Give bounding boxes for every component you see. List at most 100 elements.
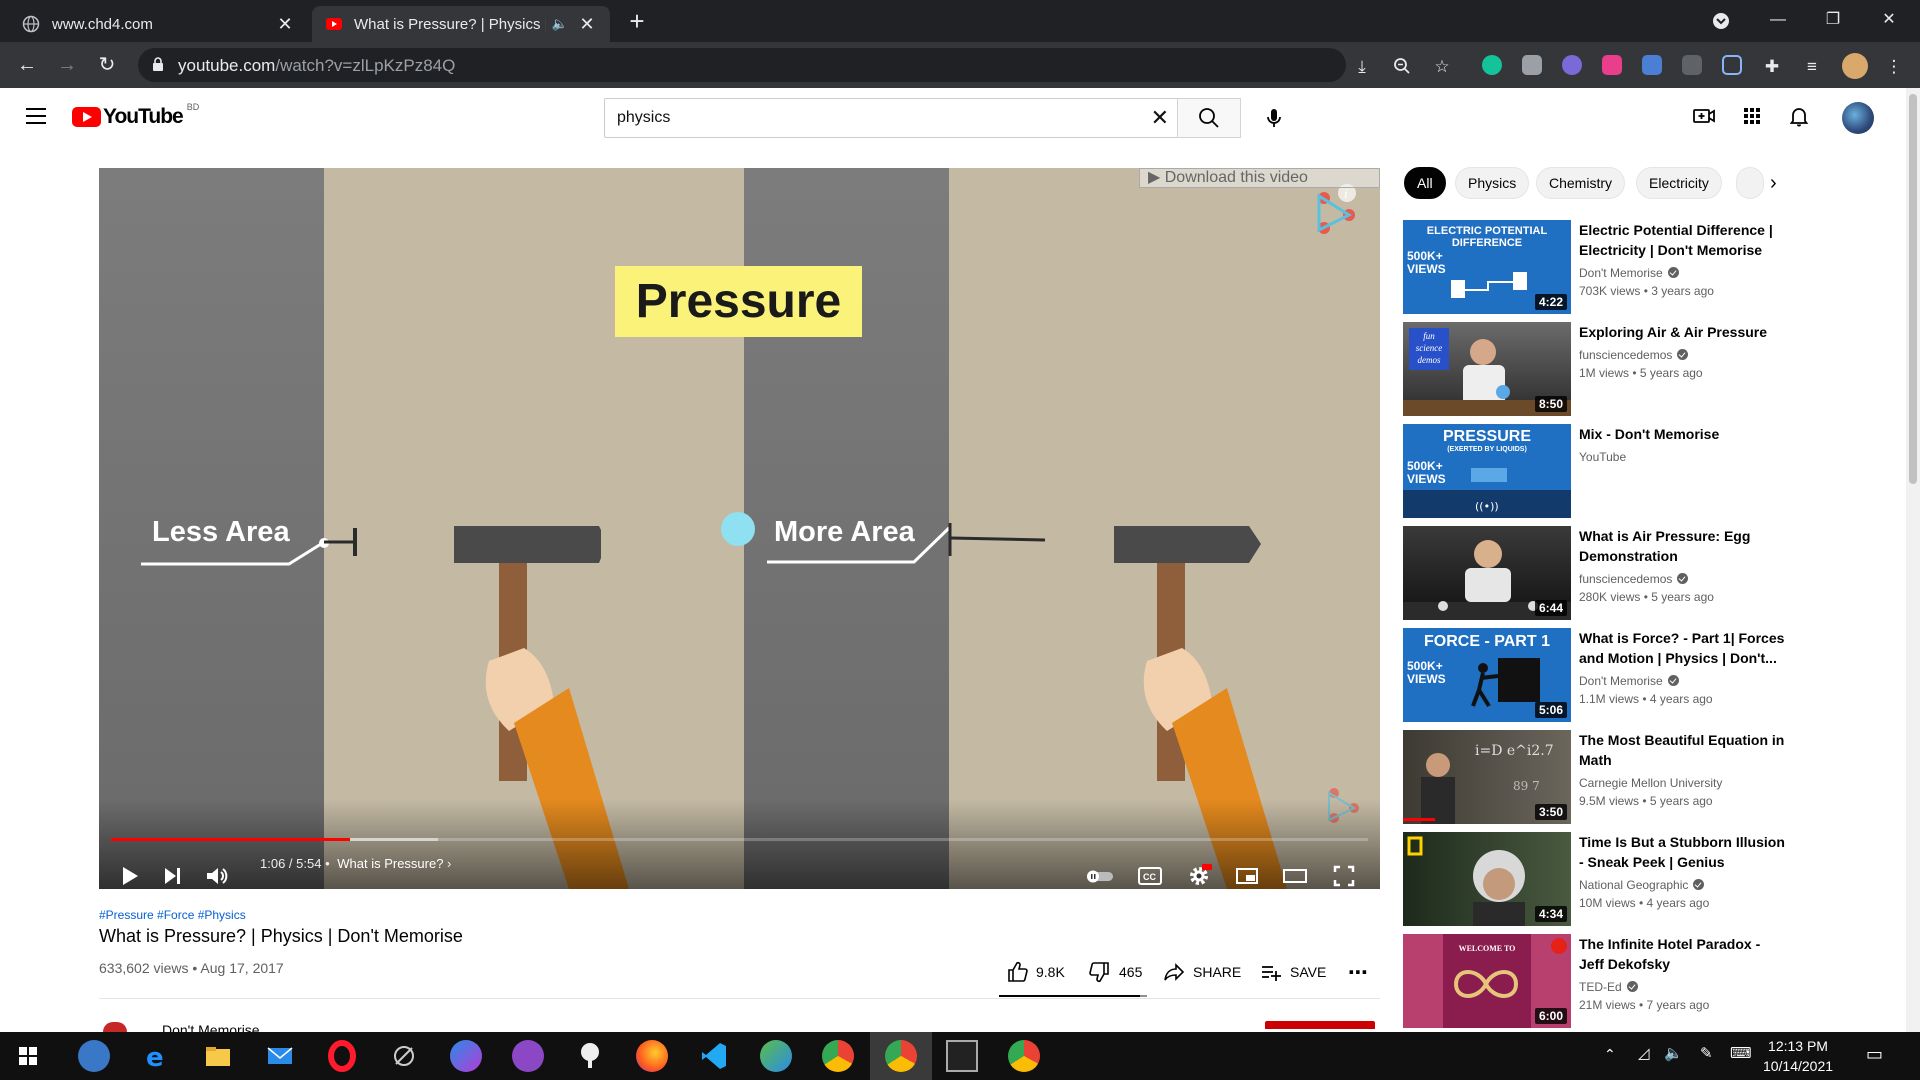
save-button[interactable]: SAVE <box>1260 960 1326 984</box>
video-title[interactable]: Exploring Air & Air Pressure <box>1579 322 1789 342</box>
fullscreen-icon[interactable] <box>1330 862 1358 889</box>
download-video-banner[interactable]: ▶ Download this video <box>1139 168 1380 188</box>
play-extension-icon[interactable] <box>1602 55 1622 75</box>
pen-extension-icon[interactable] <box>1722 55 1742 75</box>
miniplayer-icon[interactable] <box>1233 862 1261 889</box>
like-button[interactable]: 9.8K <box>1006 960 1065 984</box>
chevron-right-icon[interactable]: › <box>1770 172 1777 195</box>
chrome-profile-icon[interactable] <box>1008 1040 1040 1072</box>
install-app-icon[interactable]: ⤓ <box>1352 57 1372 77</box>
network-icon[interactable]: ◿ <box>1638 1044 1650 1062</box>
clear-search-icon[interactable]: ✕ <box>1151 107 1169 129</box>
vscode-icon[interactable] <box>698 1040 730 1072</box>
address-bar[interactable]: youtube.com/watch?v=zlLpKzPz84Q <box>138 48 1346 82</box>
chip-electricity[interactable]: Electricity <box>1636 167 1722 199</box>
messenger-icon[interactable] <box>450 1040 482 1072</box>
share-button[interactable]: SHARE <box>1163 960 1241 984</box>
more-actions-icon[interactable]: ⋯ <box>1348 960 1368 984</box>
reload-button[interactable]: ↻ <box>94 52 120 78</box>
search-button[interactable] <box>1177 98 1241 138</box>
autoplay-toggle[interactable] <box>1085 862 1113 889</box>
new-tab-button[interactable]: + <box>624 8 650 34</box>
video-thumbnail[interactable]: PRESSURE (EXERTED BY LIQUIDS) 500K+ VIEW… <box>1403 424 1571 518</box>
file-explorer-icon[interactable] <box>202 1040 234 1072</box>
video-title[interactable]: Time Is But a Stubborn Illusion - Sneak … <box>1579 832 1789 872</box>
video-player[interactable]: i ▶ Download this video Pressure Less Ar… <box>99 168 1380 889</box>
recommendation-item[interactable]: FORCE - PART 1 500K+ VIEWS 5:06 What is … <box>1403 628 1883 722</box>
chrome-icon[interactable] <box>822 1040 854 1072</box>
next-button[interactable] <box>158 862 186 889</box>
tab-youtube-video[interactable]: What is Pressure? | Physics | Don't Memo… <box>312 6 610 42</box>
speaker-icon[interactable]: 🔈 <box>552 16 568 32</box>
channel-name[interactable]: YouTube <box>1579 450 1626 464</box>
chip-all[interactable]: All <box>1404 167 1446 199</box>
media-control-icon[interactable]: ≡ <box>1802 57 1822 77</box>
video-title[interactable]: The Infinite Hotel Paradox - Jeff Dekofs… <box>1579 934 1789 974</box>
tab-close-icon[interactable]: ✕ <box>578 14 596 35</box>
firefox-icon[interactable] <box>636 1040 668 1072</box>
recommendation-item[interactable]: 6:44 What is Air Pressure: Egg Demonstra… <box>1403 526 1883 620</box>
windows-start-icon[interactable] <box>12 1040 44 1072</box>
video-thumbnail[interactable]: fun science demos 8:50 <box>1403 322 1571 416</box>
download-extension-icon[interactable] <box>1642 55 1662 75</box>
channel-name[interactable]: National Geographic <box>1579 878 1705 892</box>
minimize-button[interactable]: — <box>1755 0 1801 42</box>
video-title[interactable]: Electric Potential Difference | Electric… <box>1579 220 1789 260</box>
extension-icon[interactable] <box>1562 55 1582 75</box>
play-button[interactable] <box>115 862 143 889</box>
channel-name[interactable]: Don't Memorise <box>1579 674 1679 688</box>
terminal-icon[interactable] <box>946 1040 978 1072</box>
channel-name[interactable]: funsciencedemos <box>1579 572 1689 586</box>
recommendation-item[interactable]: i=D e^i2.7 89 7 3:50 The Most Beautiful E… <box>1403 730 1883 824</box>
video-thumbnail[interactable]: FORCE - PART 1 500K+ VIEWS 5:06 <box>1403 628 1571 722</box>
recommendation-item[interactable]: 4:34 Time Is But a Stubborn Illusion - S… <box>1403 832 1883 926</box>
scrollbar-thumb[interactable] <box>1909 94 1917 484</box>
video-thumbnail[interactable]: i=D e^i2.7 89 7 3:50 <box>1403 730 1571 824</box>
video-thumbnail[interactable]: 4:34 <box>1403 832 1571 926</box>
chip-physics[interactable]: Physics <box>1455 167 1530 199</box>
recommendation-item[interactable]: PRESSURE (EXERTED BY LIQUIDS) 500K+ VIEW… <box>1403 424 1883 518</box>
recommendation-item[interactable]: ELECTRIC POTENTIAL DIFFERENCE 500K+ VIEW… <box>1403 220 1883 314</box>
voice-search-icon[interactable] <box>1258 102 1290 134</box>
globe-app-icon[interactable] <box>760 1040 792 1072</box>
subtitles-cc-icon[interactable]: CC <box>1136 862 1164 889</box>
satellite-app-icon[interactable] <box>388 1040 420 1072</box>
github-desktop-icon[interactable] <box>512 1040 544 1072</box>
zoom-icon[interactable] <box>1392 57 1412 77</box>
notifications-bell-icon[interactable] <box>1787 104 1811 128</box>
video-title[interactable]: What is Air Pressure: Egg Demonstration <box>1579 526 1789 566</box>
recommendation-item[interactable]: WELCOME TO 6:00 The Infinite Hotel Parad… <box>1403 934 1883 1028</box>
edge-legacy-icon[interactable]: e <box>140 1040 172 1073</box>
menu-hamburger-icon[interactable] <box>26 108 46 124</box>
chip-partial[interactable] <box>1736 167 1764 199</box>
video-title[interactable]: The Most Beautiful Equation in Math <box>1579 730 1789 770</box>
channel-name[interactable]: funsciencedemos <box>1579 348 1689 362</box>
opera-icon[interactable] <box>326 1040 358 1072</box>
puzzle-extensions-icon[interactable]: ✚ <box>1762 57 1782 77</box>
recommendation-item[interactable]: fun science demos 8:50 Exploring Air & A… <box>1403 322 1883 416</box>
extension-icon[interactable] <box>1682 55 1702 75</box>
video-title[interactable]: What is Force? - Part 1| Forces and Moti… <box>1579 628 1789 668</box>
video-hashtags[interactable]: #Pressure #Force #Physics <box>99 908 246 922</box>
app-icon[interactable] <box>574 1040 606 1072</box>
close-window-button[interactable]: ✕ <box>1866 0 1912 42</box>
video-thumbnail[interactable]: WELCOME TO 6:00 <box>1403 934 1571 1028</box>
tab-close-icon[interactable]: ✕ <box>276 14 294 35</box>
theater-mode-icon[interactable] <box>1281 862 1309 889</box>
page-scrollbar[interactable] <box>1906 88 1920 1032</box>
create-video-icon[interactable] <box>1692 104 1716 128</box>
subscribe-button[interactable] <box>1265 1021 1375 1029</box>
volume-icon[interactable] <box>203 862 231 889</box>
apps-grid-icon[interactable] <box>1740 104 1764 128</box>
search-input[interactable] <box>617 99 1117 137</box>
account-avatar[interactable] <box>1842 102 1874 134</box>
video-title[interactable]: Mix - Don't Memorise <box>1579 424 1789 444</box>
chevron-up-icon[interactable]: ⌃ <box>1604 1046 1616 1063</box>
tab-chd4[interactable]: www.chd4.com ✕ <box>8 6 308 42</box>
channel-name[interactable]: TED-Ed <box>1579 980 1638 994</box>
chip-chemistry[interactable]: Chemistry <box>1536 167 1626 199</box>
back-button[interactable]: ← <box>14 52 40 78</box>
maximize-button[interactable]: ❐ <box>1810 0 1856 42</box>
pen-tray-icon[interactable]: ✎ <box>1700 1044 1713 1062</box>
menu-kebab-icon[interactable]: ⋮ <box>1884 57 1904 77</box>
